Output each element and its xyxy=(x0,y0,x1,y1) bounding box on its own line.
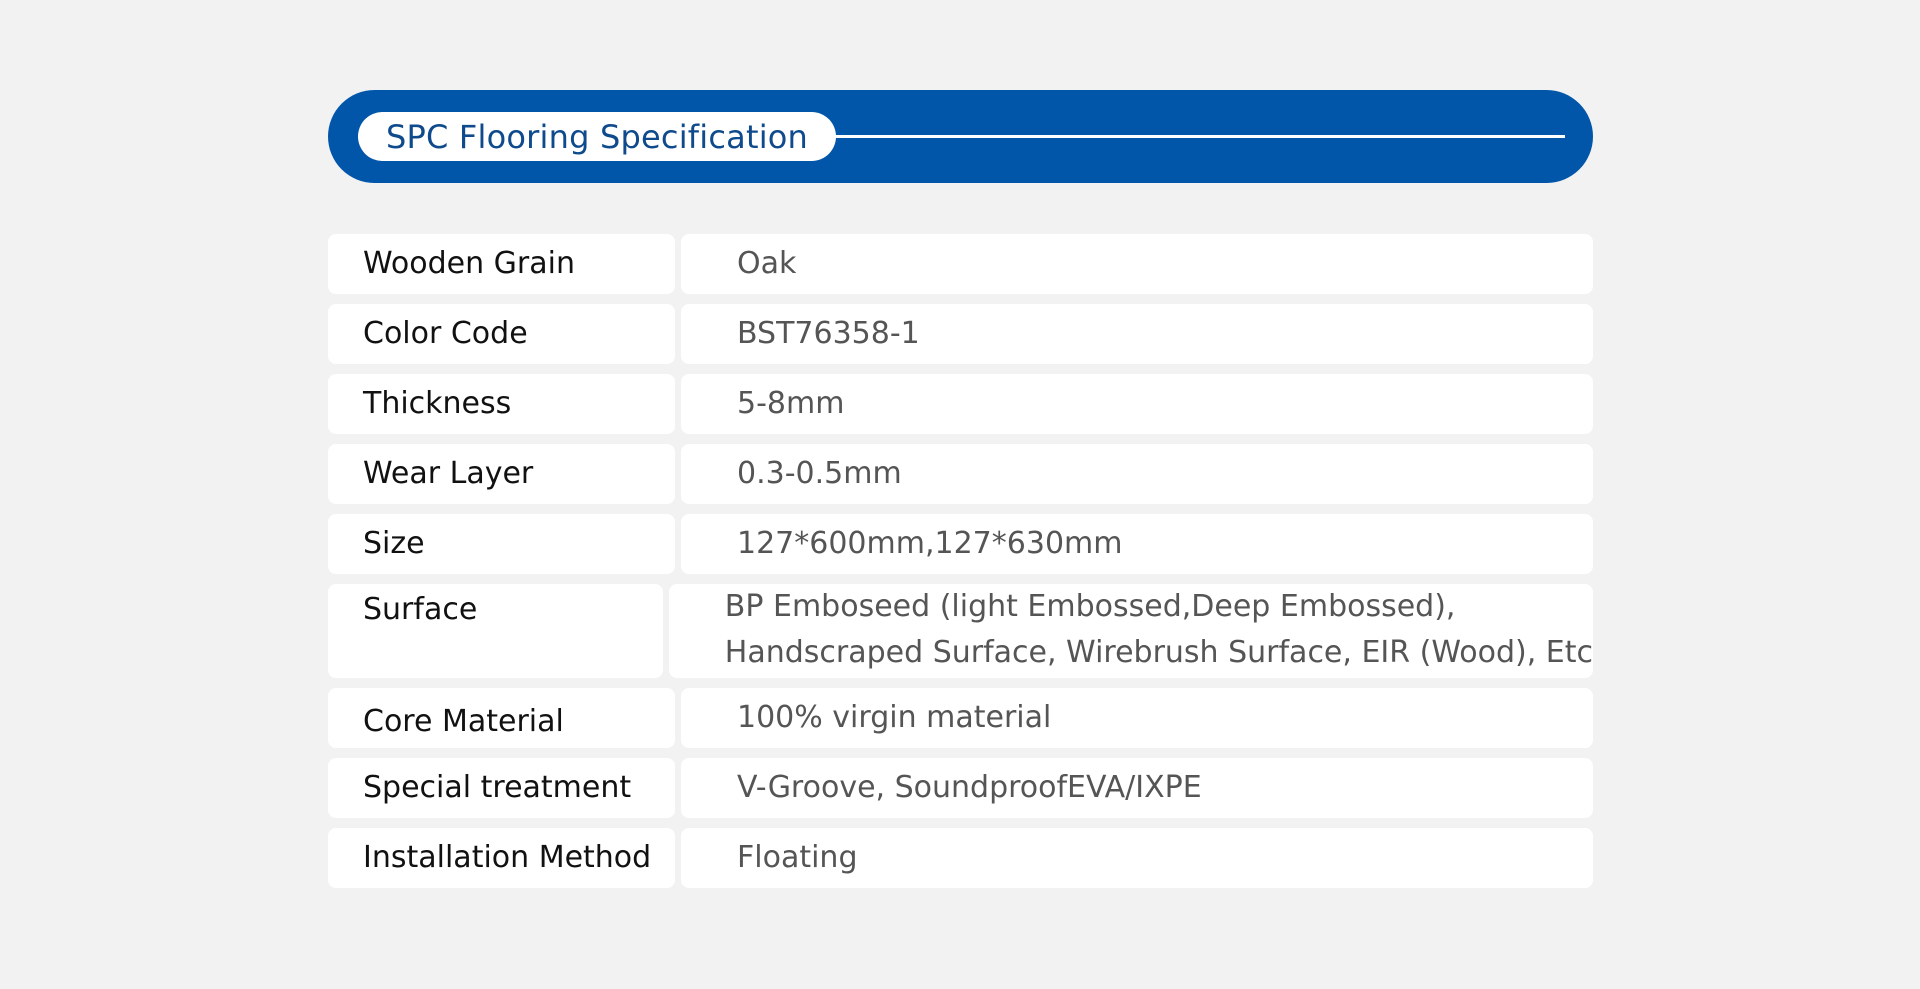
spec-label-cell: Wear Layer xyxy=(328,444,675,504)
spec-row-thickness: Thickness 5-8mm xyxy=(328,374,1593,434)
spec-label: Wooden Grain xyxy=(363,246,575,281)
page-title: SPC Flooring Specification xyxy=(386,117,809,156)
spec-label: Installation Method xyxy=(363,840,652,875)
title-banner: SPC Flooring Specification xyxy=(328,90,1593,183)
spec-value-cell: Oak xyxy=(681,234,1593,294)
spec-row-installation-method: Installation Method Floating xyxy=(328,828,1593,888)
spec-label-cell: Core Material xyxy=(328,688,675,748)
spec-value-line-1: BP Emboseed (light Embossed,Deep Embosse… xyxy=(724,589,1456,624)
spec-row-size: Size 127*600mm,127*630mm xyxy=(328,514,1593,574)
spec-label: Surface xyxy=(363,592,478,627)
spec-value: Oak xyxy=(737,246,797,281)
spec-row-wear-layer: Wear Layer 0.3-0.5mm xyxy=(328,444,1593,504)
spec-row-wooden-grain: Wooden Grain Oak xyxy=(328,234,1593,294)
spec-row-core-material: Core Material 100% virgin material xyxy=(328,688,1593,748)
spec-label: Thickness xyxy=(363,386,512,421)
spec-label: Color Code xyxy=(363,316,528,351)
banner-divider-line xyxy=(828,135,1565,138)
spec-label: Core Material xyxy=(363,704,564,739)
spec-value-line-2: Handscraped Surface, Wirebrush Surface, … xyxy=(724,635,1593,670)
spec-value-cell: 5-8mm xyxy=(681,374,1593,434)
spec-value-cell: BST76358-1 xyxy=(681,304,1593,364)
spec-label-cell: Size xyxy=(328,514,675,574)
spec-value: 5-8mm xyxy=(737,386,845,421)
spec-value-cell: 0.3-0.5mm xyxy=(681,444,1593,504)
spec-label-cell: Special treatment xyxy=(328,758,675,818)
spec-value-cell: BP Emboseed (light Embossed,Deep Embosse… xyxy=(668,584,1593,678)
spec-label: Size xyxy=(363,526,425,561)
spec-row-color-code: Color Code BST76358-1 xyxy=(328,304,1593,364)
spec-label-cell: Wooden Grain xyxy=(328,234,675,294)
spec-row-surface: Surface BP Emboseed (light Embossed,Deep… xyxy=(328,584,1593,678)
spec-value: 127*600mm,127*630mm xyxy=(737,526,1123,561)
spec-value: BST76358-1 xyxy=(737,316,920,351)
spec-row-special-treatment: Special treatment V-Groove, SoundproofEV… xyxy=(328,758,1593,818)
spec-value: Floating xyxy=(737,840,858,875)
spec-value-cell: 127*600mm,127*630mm xyxy=(681,514,1593,574)
page: SPC Flooring Specification Wooden Grain … xyxy=(0,0,1920,989)
spec-label: Wear Layer xyxy=(363,456,534,491)
spec-label: Special treatment xyxy=(363,770,632,805)
spec-label-cell: Surface xyxy=(328,584,663,678)
spec-value-cell: 100% virgin material xyxy=(681,688,1593,748)
title-pill: SPC Flooring Specification xyxy=(358,112,837,161)
spec-table: Wooden Grain Oak Color Code BST76358-1 T… xyxy=(328,234,1593,898)
spec-value: 100% virgin material xyxy=(737,700,1052,735)
spec-label-cell: Installation Method xyxy=(328,828,675,888)
spec-value-cell: Floating xyxy=(681,828,1593,888)
spec-value: V-Groove, SoundproofEVA/IXPE xyxy=(737,770,1202,805)
spec-label-cell: Color Code xyxy=(328,304,675,364)
spec-value: 0.3-0.5mm xyxy=(737,456,902,491)
spec-value-cell: V-Groove, SoundproofEVA/IXPE xyxy=(681,758,1593,818)
spec-label-cell: Thickness xyxy=(328,374,675,434)
